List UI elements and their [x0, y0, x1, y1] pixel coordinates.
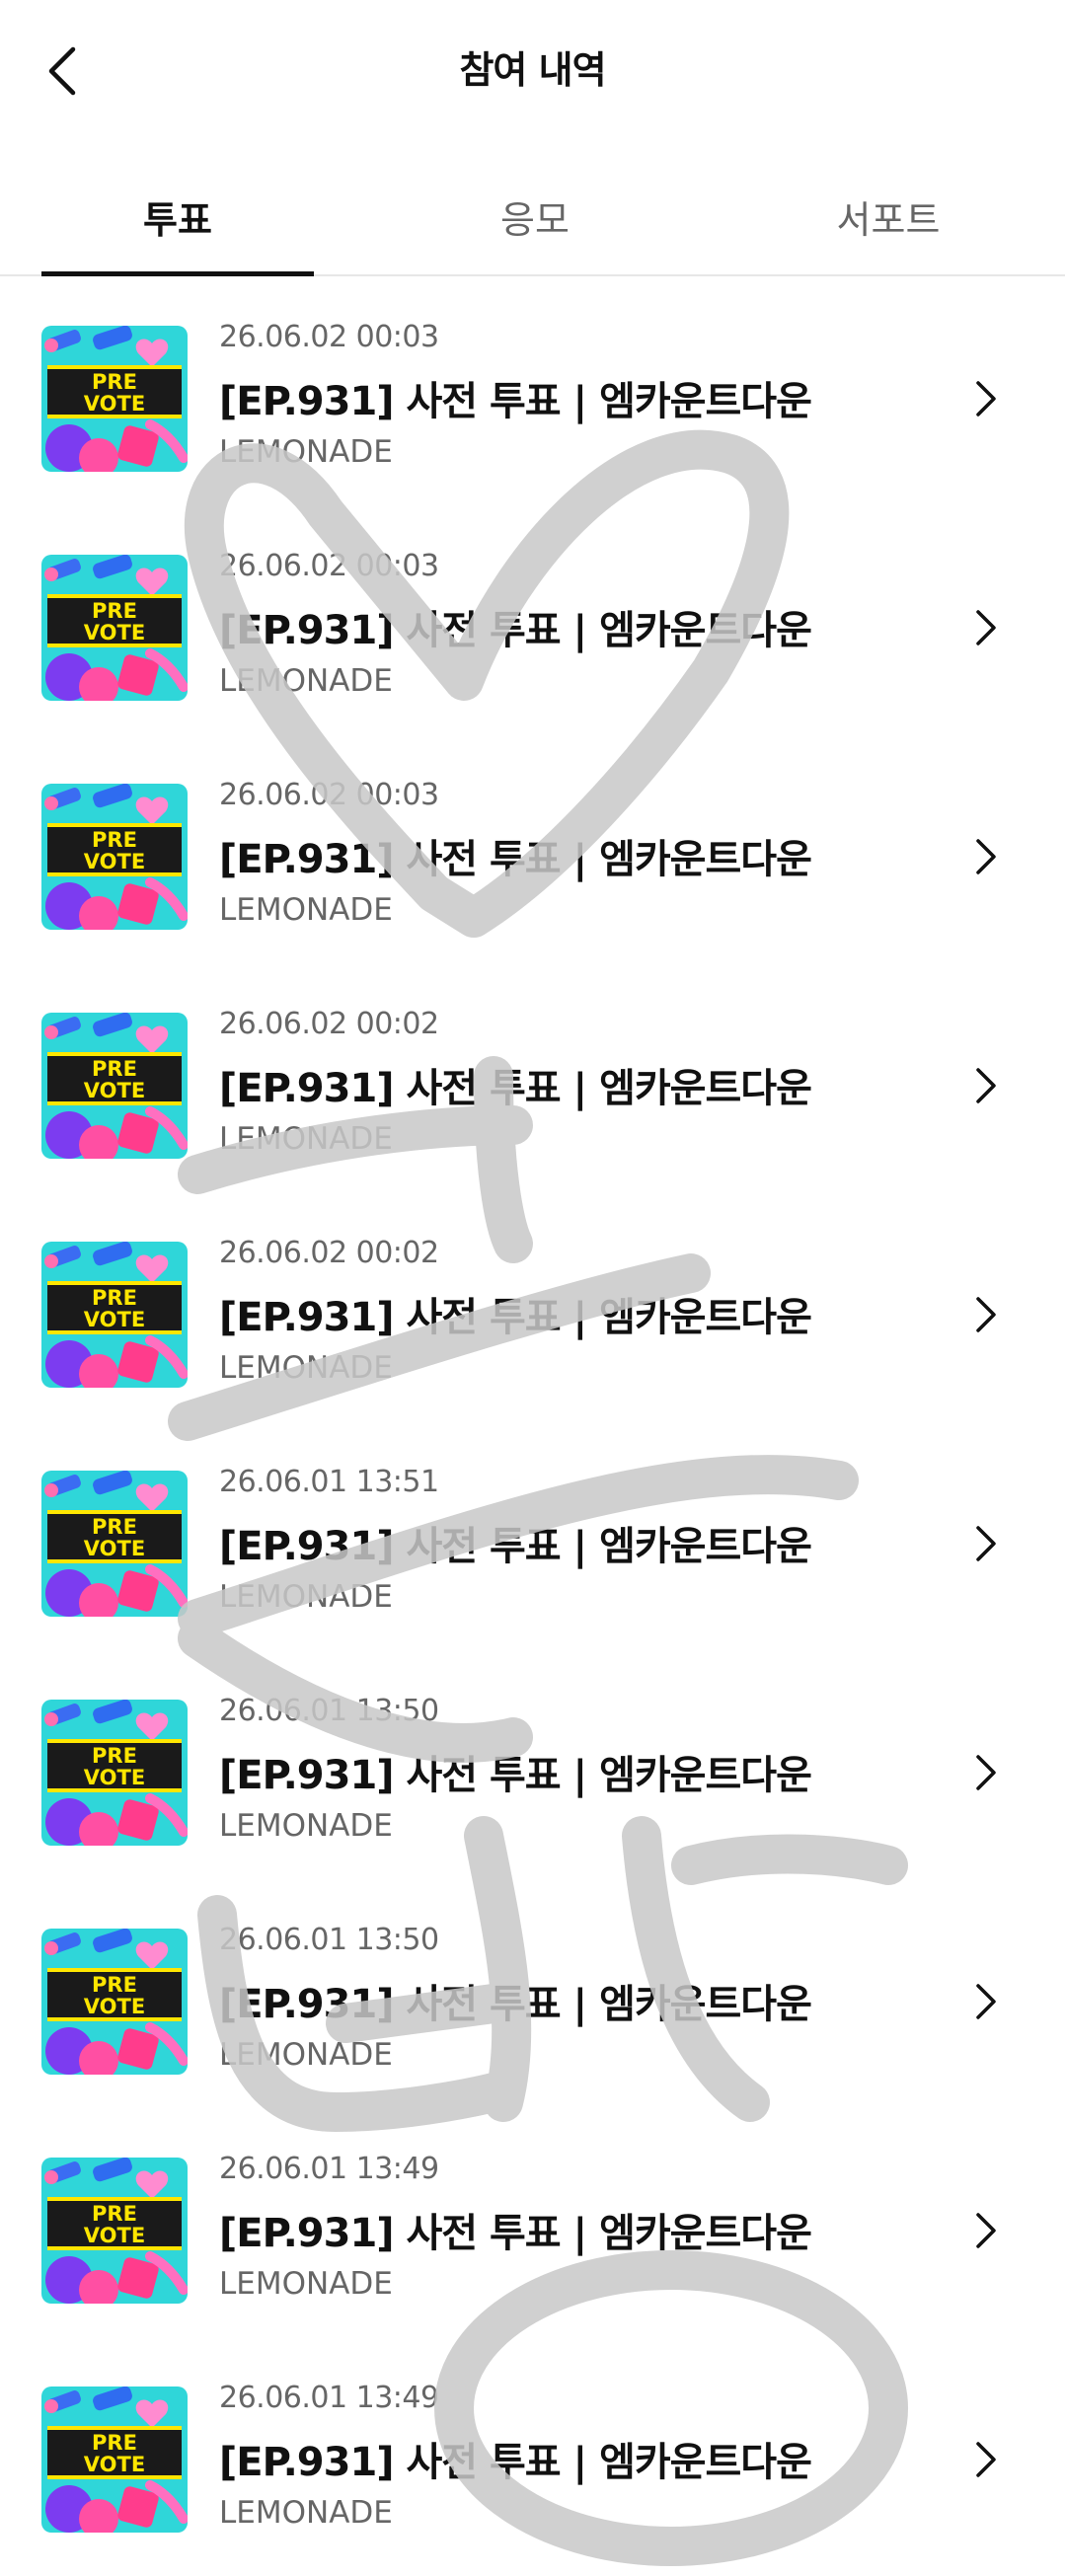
prevote-line-1: PRE [92, 1744, 137, 1768]
chevron-right-icon [976, 610, 996, 645]
artist-name: LEMONADE [219, 1579, 393, 1615]
prevote-line-1: PRE [92, 1286, 137, 1310]
prevote-line-2: VOTE [84, 1079, 145, 1102]
prevote-thumbnail: PRE VOTE [41, 1242, 188, 1388]
event-title: [EP.931] 사전 투표 | 엠카운트다운 [219, 1524, 812, 1569]
active-tab-indicator [41, 271, 314, 276]
prevote-line-2: VOTE [84, 1537, 145, 1560]
artist-name: LEMONADE [219, 434, 393, 470]
participation-date: 26.06.02 00:02 [219, 1007, 439, 1041]
app-header: 참여 내역 [0, 0, 1065, 144]
artist-name: LEMONADE [219, 663, 393, 699]
event-title: [EP.931] 사전 투표 | 엠카운트다운 [219, 1066, 812, 1111]
prevote-thumbnail: PRE VOTE [41, 2158, 188, 2304]
chevron-right-icon [976, 1984, 996, 2019]
page-title: 참여 내역 [459, 48, 606, 92]
event-title: [EP.931] 사전 투표 | 엠카운트다운 [219, 2211, 812, 2256]
prevote-line-1: PRE [92, 828, 137, 852]
chevron-right-icon [976, 2442, 996, 2477]
artist-name: LEMONADE [219, 1808, 393, 1844]
prevote-thumbnail: PRE VOTE [41, 555, 188, 701]
prevote-thumbnail: PRE VOTE [41, 326, 188, 472]
chevron-right-icon [976, 839, 996, 874]
chevron-right-icon [976, 1526, 996, 1561]
artist-name: LEMONADE [219, 2037, 393, 2073]
list-item[interactable]: PRE VOTE 26.06.02 00:03 [EP.931] 사전 투표 |… [0, 507, 1065, 736]
prevote-line-2: VOTE [84, 392, 145, 416]
list-item[interactable]: PRE VOTE 26.06.01 13:49 [EP.931] 사전 투표 |… [0, 2339, 1065, 2568]
tab-vote[interactable]: 투표 [41, 158, 314, 274]
prevote-line-1: PRE [92, 1515, 137, 1539]
prevote-thumbnail: PRE VOTE [41, 784, 188, 930]
participation-date: 26.06.01 13:49 [219, 2152, 439, 2186]
prevote-line-1: PRE [92, 370, 137, 394]
list-item[interactable]: PRE VOTE 26.06.02 00:02 [EP.931] 사전 투표 |… [0, 965, 1065, 1194]
prevote-line-2: VOTE [84, 1766, 145, 1789]
participation-date: 26.06.01 13:51 [219, 1465, 439, 1499]
tab-entry[interactable]: 응모 [399, 158, 671, 274]
participation-date: 26.06.01 13:49 [219, 2381, 439, 2415]
prevote-thumbnail: PRE VOTE [41, 1471, 188, 1617]
prevote-line-2: VOTE [84, 850, 145, 873]
participation-date: 26.06.01 13:50 [219, 1923, 439, 1957]
participation-date: 26.06.02 00:03 [219, 778, 439, 812]
list-item[interactable]: PRE VOTE 26.06.02 00:03 [EP.931] 사전 투표 |… [0, 278, 1065, 507]
artist-name: LEMONADE [219, 2495, 393, 2531]
prevote-line-1: PRE [92, 599, 137, 623]
participation-date: 26.06.02 00:02 [219, 1236, 439, 1270]
prevote-thumbnail: PRE VOTE [41, 1700, 188, 1846]
chevron-right-icon [976, 1297, 996, 1332]
prevote-line-1: PRE [92, 2431, 137, 2455]
prevote-line-2: VOTE [84, 2224, 145, 2247]
list-item[interactable]: PRE VOTE 26.06.01 13:51 [EP.931] 사전 투표 |… [0, 1423, 1065, 1652]
prevote-line-2: VOTE [84, 2453, 145, 2476]
artist-name: LEMONADE [219, 892, 393, 928]
participation-list: PRE VOTE 26.06.02 00:03 [EP.931] 사전 투표 |… [0, 278, 1065, 2568]
event-title: [EP.931] 사전 투표 | 엠카운트다운 [219, 608, 812, 653]
list-item[interactable]: PRE VOTE 26.06.02 00:03 [EP.931] 사전 투표 |… [0, 736, 1065, 965]
list-item[interactable]: PRE VOTE 26.06.01 13:50 [EP.931] 사전 투표 |… [0, 1881, 1065, 2110]
artist-name: LEMONADE [219, 1350, 393, 1386]
chevron-right-icon [976, 1068, 996, 1103]
prevote-thumbnail: PRE VOTE [41, 2387, 188, 2533]
event-title: [EP.931] 사전 투표 | 엠카운트다운 [219, 1982, 812, 2027]
list-item[interactable]: PRE VOTE 26.06.01 13:50 [EP.931] 사전 투표 |… [0, 1652, 1065, 1881]
participation-date: 26.06.02 00:03 [219, 549, 439, 583]
tab-bar: 투표 응모 서포트 [0, 158, 1065, 276]
prevote-line-2: VOTE [84, 621, 145, 644]
chevron-right-icon [976, 381, 996, 417]
event-title: [EP.931] 사전 투표 | 엠카운트다운 [219, 1295, 812, 1340]
prevote-thumbnail: PRE VOTE [41, 1929, 188, 2075]
event-title: [EP.931] 사전 투표 | 엠카운트다운 [219, 837, 812, 882]
event-title: [EP.931] 사전 투표 | 엠카운트다운 [219, 379, 812, 424]
tab-support[interactable]: 서포트 [752, 158, 1025, 274]
prevote-line-1: PRE [92, 2202, 137, 2226]
prevote-line-1: PRE [92, 1057, 137, 1081]
list-item[interactable]: PRE VOTE 26.06.02 00:02 [EP.931] 사전 투표 |… [0, 1194, 1065, 1423]
participation-date: 26.06.02 00:03 [219, 320, 439, 354]
event-title: [EP.931] 사전 투표 | 엠카운트다운 [219, 1753, 812, 1798]
artist-name: LEMONADE [219, 1121, 393, 1157]
list-item[interactable]: PRE VOTE 26.06.01 13:49 [EP.931] 사전 투표 |… [0, 2110, 1065, 2339]
chevron-right-icon [976, 2213, 996, 2248]
event-title: [EP.931] 사전 투표 | 엠카운트다운 [219, 2440, 812, 2485]
participation-date: 26.06.01 13:50 [219, 1694, 439, 1728]
prevote-line-2: VOTE [84, 1995, 145, 2018]
prevote-line-2: VOTE [84, 1308, 145, 1331]
chevron-right-icon [976, 1755, 996, 1790]
artist-name: LEMONADE [219, 2266, 393, 2302]
prevote-line-1: PRE [92, 1973, 137, 1997]
prevote-thumbnail: PRE VOTE [41, 1013, 188, 1159]
